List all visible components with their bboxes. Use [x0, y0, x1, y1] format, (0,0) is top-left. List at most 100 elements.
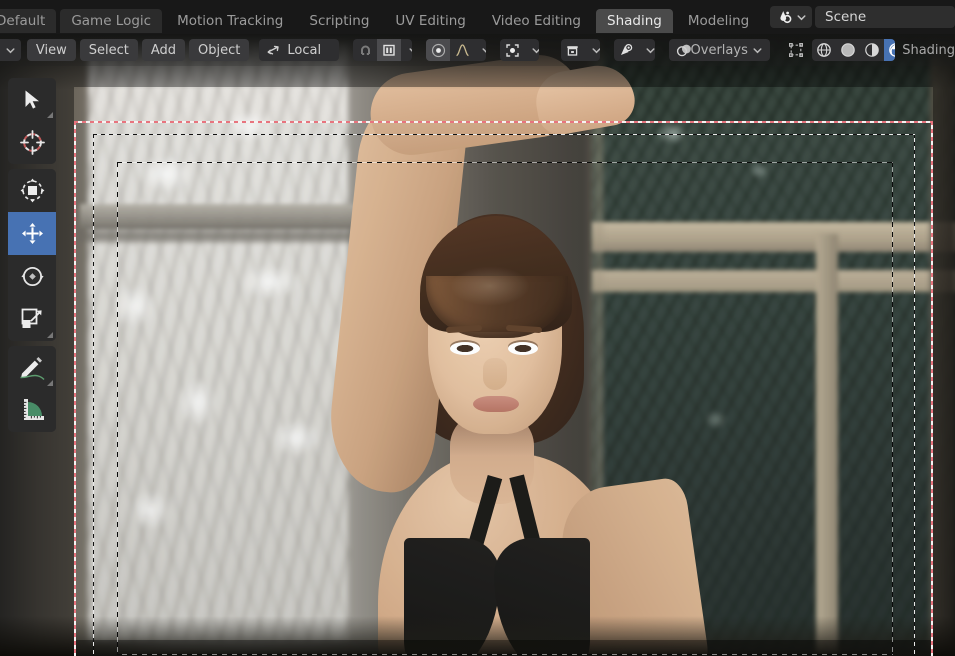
rendered-shading-icon — [888, 42, 896, 58]
menu-object[interactable]: Object — [189, 39, 250, 61]
viewport-menus: View Select Add Object — [26, 39, 250, 61]
toggle-xray-icon — [788, 42, 804, 58]
snapping-group[interactable] — [353, 39, 413, 61]
pivot-point-button[interactable] — [500, 39, 524, 61]
shading-mode-rendered[interactable] — [883, 39, 896, 61]
menu-add[interactable]: Add — [141, 39, 186, 61]
pivot-point-group[interactable] — [500, 39, 540, 61]
proportional-falloff-dropdown[interactable] — [474, 39, 486, 61]
character-highlight — [450, 266, 530, 306]
3d-viewport[interactable] — [0, 34, 955, 656]
tool-move[interactable] — [8, 212, 56, 255]
object-visibility-button[interactable] — [561, 39, 585, 61]
gizmo-toggle[interactable] — [614, 39, 638, 61]
tool-rotate[interactable] — [8, 255, 56, 298]
shading-mode-material-preview[interactable] — [860, 39, 884, 61]
scene-icon — [776, 10, 793, 25]
proportional-edit-toggle[interactable] — [426, 39, 451, 61]
object-visibility-dropdown[interactable] — [585, 39, 601, 61]
overlays-label-button[interactable]: Overlays — [691, 39, 748, 61]
character-lips — [473, 396, 519, 412]
chevron-down-icon — [645, 45, 655, 56]
shading-mode-group[interactable] — [811, 39, 896, 61]
overlays-label: Overlays — [690, 42, 748, 58]
cursor-arrow-icon — [22, 89, 42, 111]
scene-name-value: Scene — [825, 9, 867, 25]
editor-type-selector[interactable] — [0, 39, 21, 61]
proportional-editing-group[interactable] — [426, 39, 486, 61]
menu-view[interactable]: View — [26, 39, 76, 61]
tool-cursor[interactable] — [8, 121, 56, 164]
blender-window: View Select Add Object Local Overlays Sh… — [0, 0, 955, 656]
workspace-tab-shading[interactable]: Shading — [596, 9, 673, 33]
toolbar-group-select — [8, 78, 56, 164]
topbar: Default Game Logic Motion Tracking Scrip… — [0, 0, 955, 34]
transform-orientation-dropdown[interactable]: Local — [259, 39, 340, 61]
shading-panel-label: Shading — [902, 42, 955, 58]
scene-selector-area: Scene — [770, 0, 955, 34]
chevron-down-icon — [5, 45, 16, 56]
shading-mode-wireframe[interactable] — [812, 39, 836, 61]
scene-window-frame-vertical-2 — [930, 34, 955, 656]
tool-scale[interactable] — [8, 298, 56, 341]
xray-group[interactable] — [784, 39, 805, 61]
tool-select-box[interactable] — [8, 169, 56, 212]
toolbar-group-transform — [8, 169, 56, 341]
rotate-icon — [19, 263, 46, 290]
scene-name-field[interactable]: Scene — [815, 6, 955, 28]
tool-submenu-indicator — [47, 112, 53, 118]
chevron-down-icon — [591, 45, 601, 56]
snap-magnet-toggle[interactable] — [353, 39, 377, 61]
object-visibility-group[interactable] — [560, 39, 601, 61]
material-preview-shading-icon — [864, 42, 880, 58]
shading-mode-solid[interactable] — [836, 39, 860, 61]
pivot-point-dropdown[interactable] — [524, 39, 540, 61]
move-arrows-icon — [19, 220, 46, 247]
workspace-tab-default[interactable]: Default — [0, 9, 57, 33]
workspace-tab-modeling[interactable]: Modeling — [677, 9, 760, 33]
wireframe-shading-icon — [816, 42, 832, 58]
overlays-dropdown[interactable] — [746, 39, 770, 61]
menu-select[interactable]: Select — [79, 39, 138, 61]
falloff-curve-icon — [455, 43, 470, 57]
character-eye-left — [450, 342, 480, 355]
scale-icon — [20, 307, 45, 332]
tool-annotate[interactable] — [8, 346, 56, 389]
transform-orientation-value: Local — [287, 42, 322, 58]
chevron-down-icon — [531, 45, 540, 56]
scene-bottom-shadow — [0, 616, 955, 656]
solid-shading-icon — [840, 42, 856, 58]
workspace-tab-motion-tracking[interactable]: Motion Tracking — [166, 9, 294, 33]
scene-window-frame-vertical-1 — [816, 234, 838, 656]
pencil-annotate-icon — [18, 355, 46, 381]
3d-cursor-icon — [19, 129, 46, 156]
viewport-toolbar — [8, 78, 56, 437]
orientation-axes-icon — [266, 43, 281, 57]
select-box-icon — [19, 177, 46, 204]
scene-browse-button[interactable] — [770, 6, 812, 28]
scene-character — [300, 49, 712, 656]
gizmo-icon — [618, 43, 634, 58]
gizmo-group[interactable] — [614, 39, 655, 61]
proportional-falloff-selector[interactable] — [450, 39, 474, 61]
workspace-tab-uv-editing[interactable]: UV Editing — [384, 9, 476, 33]
workspace-tab-scripting[interactable]: Scripting — [298, 9, 380, 33]
rendered-scene-image — [0, 34, 955, 656]
character-nose — [483, 358, 507, 390]
toggle-xray-button[interactable] — [784, 39, 805, 61]
tool-submenu-indicator — [47, 332, 53, 338]
workspace-tab-game-logic[interactable]: Game Logic — [60, 9, 163, 33]
proportional-edit-icon — [431, 43, 446, 58]
overlays-group[interactable]: Overlays — [668, 39, 770, 61]
gizmo-dropdown[interactable] — [638, 39, 655, 61]
magnet-icon — [358, 43, 373, 58]
tool-measure[interactable] — [8, 389, 56, 432]
workspace-tab-video-editing[interactable]: Video Editing — [481, 9, 592, 33]
snap-dropdown[interactable] — [401, 39, 413, 61]
ruler-measure-icon — [19, 397, 46, 424]
viewport-tool-header: View Select Add Object Local Overlays Sh… — [0, 34, 955, 66]
pivot-median-point-icon — [505, 43, 520, 58]
character-eye-right — [508, 342, 538, 355]
tool-tweak[interactable] — [8, 78, 56, 121]
snap-target-toggle[interactable] — [377, 39, 402, 61]
